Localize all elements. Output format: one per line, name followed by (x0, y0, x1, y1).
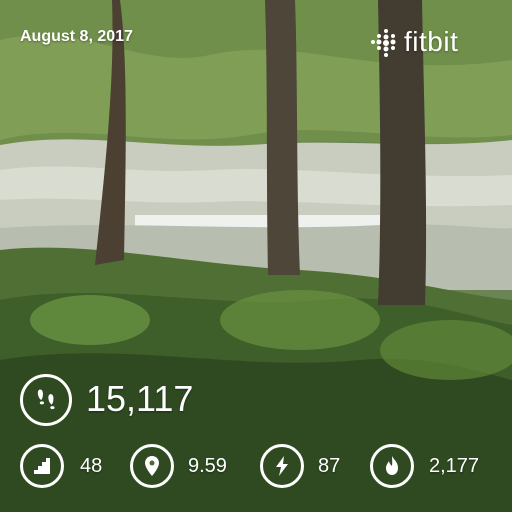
floors-value: 48 (80, 455, 103, 477)
footprints-icon (37, 389, 55, 410)
fitbit-wordmark: fitbit (404, 26, 459, 57)
background-photo (0, 0, 512, 512)
steps-badge (20, 374, 72, 426)
distance-badge (130, 444, 174, 488)
fitbit-logo-icon (371, 29, 396, 57)
flame-icon (386, 456, 398, 475)
lightning-bolt-icon (276, 456, 288, 476)
calories-value: 2,177 (429, 455, 480, 477)
stairs-icon (34, 458, 50, 474)
activity-date: August 8, 2017 (20, 28, 133, 45)
location-pin-icon (145, 456, 159, 476)
active-minutes-value: 87 (318, 455, 341, 477)
distance-value: 9.59 (188, 455, 227, 477)
share-card: August 8, 2017 fitbit 15,117 48 9.59 87 … (0, 0, 512, 512)
steps-value: 15,117 (86, 378, 194, 419)
active-minutes-badge (260, 444, 304, 488)
calories-badge (370, 444, 414, 488)
floors-badge (20, 444, 64, 488)
fitbit-brand: fitbit (368, 26, 458, 58)
